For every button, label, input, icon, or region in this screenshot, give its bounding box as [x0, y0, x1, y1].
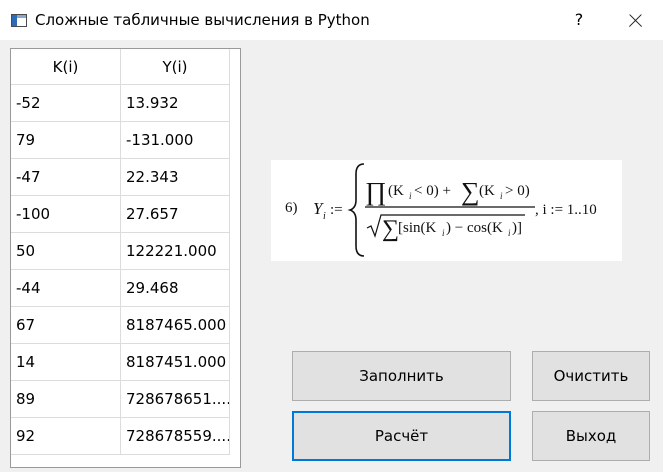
numerator-cond-2: > 0) [505, 183, 530, 199]
table-row[interactable]: 14 8187451.000 [11, 344, 240, 381]
sum-symbol-1: ∑ [461, 177, 480, 206]
denominator-sub-2: i [508, 228, 511, 238]
cell-k[interactable]: 14 [11, 344, 121, 381]
table-row[interactable]: -100 27.657 [11, 196, 240, 233]
denominator-part-2: ) − cos(K [446, 220, 503, 236]
cell-k[interactable]: -100 [11, 196, 121, 233]
cell-y[interactable]: 29.468 [121, 270, 230, 307]
table-row[interactable]: 67 8187465.000 [11, 307, 240, 344]
formula-y-sub: i [323, 211, 326, 222]
cell-y[interactable]: 22.343 [121, 159, 230, 196]
cell-y[interactable]: -131.000 [121, 122, 230, 159]
numerator-sub-1: i [409, 191, 412, 201]
denominator-part-1: [sin(K [398, 220, 436, 236]
numerator-part-2: (K [479, 183, 495, 199]
cell-k[interactable]: 79 [11, 122, 121, 159]
sum-symbol-2: ∑ [382, 216, 399, 242]
numerator-part-1: (K [388, 183, 404, 199]
cell-y[interactable]: 728678559.... [121, 418, 230, 455]
table-row[interactable]: 50 122221.000 [11, 233, 240, 270]
numerator-sub-2: i [500, 191, 503, 201]
formula-image: 6) Y i := ∏ (K i < 0) + ∑ (K i > 0) ∑ [s… [271, 160, 622, 261]
formula-range: , i := 1..10 [535, 202, 597, 218]
column-header-y[interactable]: Y(i) [121, 49, 230, 85]
cell-y[interactable]: 122221.000 [121, 233, 230, 270]
denominator-sub-1: i [442, 228, 445, 238]
fill-button[interactable]: Заполнить [292, 351, 511, 401]
formula-number: 6) [285, 200, 298, 216]
cell-y[interactable]: 728678651.... [121, 381, 230, 418]
table-row[interactable]: 79 -131.000 [11, 122, 240, 159]
close-icon[interactable] [622, 7, 650, 35]
cell-y[interactable]: 8187451.000 [121, 344, 230, 381]
table-row[interactable]: -52 13.932 [11, 85, 240, 122]
numerator-cond-1: < 0) + [414, 183, 451, 199]
brace-glyph [347, 163, 365, 257]
formula-graphic: 6) Y i := ∏ (K i < 0) + ∑ (K i > 0) ∑ [s… [285, 163, 597, 257]
cell-k[interactable]: -47 [11, 159, 121, 196]
title-bar: Сложные табличные вычисления в Python ? [0, 0, 663, 40]
results-table[interactable]: K(i) Y(i) -52 13.932 79 -131.000 -47 22.… [10, 48, 241, 468]
cell-k[interactable]: 92 [11, 418, 121, 455]
window-title: Сложные табличные вычисления в Python [35, 11, 370, 29]
cell-y[interactable]: 27.657 [121, 196, 230, 233]
product-symbol: ∏ [365, 177, 386, 206]
table-row[interactable]: 89 728678651.... [11, 381, 240, 418]
exit-button[interactable]: Выход [532, 411, 650, 461]
help-button[interactable]: ? [565, 6, 593, 34]
table-row[interactable]: -47 22.343 [11, 159, 240, 196]
table-row[interactable]: 92 728678559.... [11, 418, 240, 455]
calculate-button[interactable]: Расчёт [292, 411, 511, 461]
cell-k[interactable]: -44 [11, 270, 121, 307]
table-header: K(i) Y(i) [11, 49, 240, 85]
cell-k[interactable]: -52 [11, 85, 121, 122]
app-window-icon [11, 14, 27, 27]
cell-k[interactable]: 67 [11, 307, 121, 344]
cell-k[interactable]: 89 [11, 381, 121, 418]
column-header-k[interactable]: K(i) [11, 49, 121, 85]
table-body: -52 13.932 79 -131.000 -47 22.343 -100 2… [11, 85, 240, 455]
table-row[interactable]: -44 29.468 [11, 270, 240, 307]
cell-k[interactable]: 50 [11, 233, 121, 270]
cell-y[interactable]: 13.932 [121, 85, 230, 122]
cell-y[interactable]: 8187465.000 [121, 307, 230, 344]
formula-assign: := [330, 202, 343, 218]
clear-button[interactable]: Очистить [532, 351, 650, 401]
denominator-part-3: )] [512, 220, 522, 236]
